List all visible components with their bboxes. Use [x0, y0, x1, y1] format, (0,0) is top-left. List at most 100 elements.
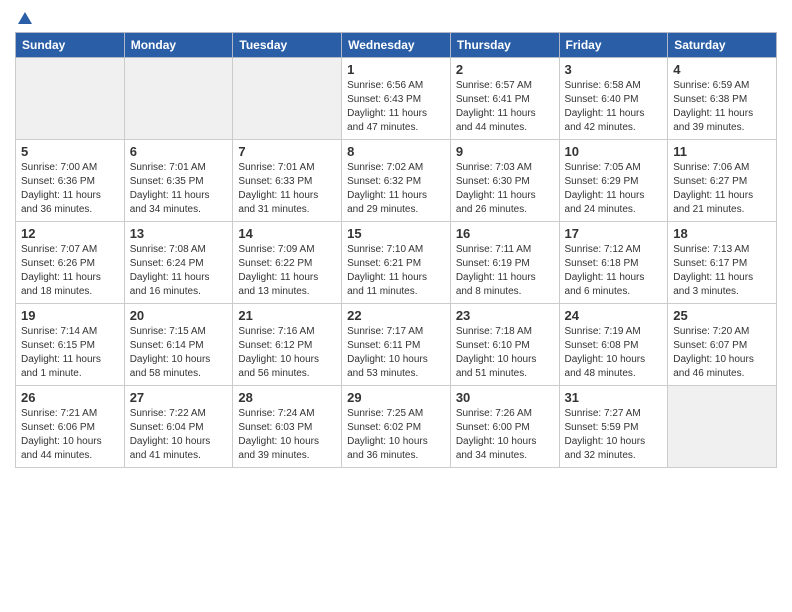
weekday-header-wednesday: Wednesday [342, 33, 451, 58]
calendar-body: 1 Sunrise: 6:56 AM Sunset: 6:43 PM Daylig… [16, 58, 777, 468]
day-number: 13 [130, 226, 228, 241]
day-cell: 11Sunrise: 7:06 AM Sunset: 6:27 PM Dayli… [668, 140, 777, 222]
day-cell: 7Sunrise: 7:01 AM Sunset: 6:33 PM Daylig… [233, 140, 342, 222]
day-number: 2 [456, 62, 554, 77]
day-cell: 4 Sunrise: 6:59 AM Sunset: 6:38 PM Daylig… [668, 58, 777, 140]
day-cell: 1 Sunrise: 6:56 AM Sunset: 6:43 PM Daylig… [342, 58, 451, 140]
day-cell: 12 Sunrise: 7:07 AM Sunset: 6:26 PM Dayli… [16, 222, 125, 304]
day-cell: 20Sunrise: 7:15 AM Sunset: 6:14 PM Dayli… [124, 304, 233, 386]
day-info: Sunrise: 7:27 AM Sunset: 5:59 PM Dayligh… [565, 407, 663, 463]
day-cell [668, 386, 777, 468]
weekday-header-thursday: Thursday [450, 33, 559, 58]
logo-icon [16, 10, 34, 28]
day-number: 20 [130, 308, 228, 323]
weekday-header-tuesday: Tuesday [233, 33, 342, 58]
day-number: 31 [565, 390, 663, 405]
day-number: 27 [130, 390, 228, 405]
day-number: 25 [673, 308, 771, 323]
day-cell: 13Sunrise: 7:08 AM Sunset: 6:24 PM Dayli… [124, 222, 233, 304]
day-info: Sunrise: 7:02 AM Sunset: 6:32 PM Dayligh… [347, 161, 445, 217]
day-cell: 8Sunrise: 7:02 AM Sunset: 6:32 PM Daylig… [342, 140, 451, 222]
day-number: 10 [565, 144, 663, 159]
day-info: Sunrise: 7:17 AM Sunset: 6:11 PM Dayligh… [347, 325, 445, 381]
day-cell [16, 58, 125, 140]
day-info: Sunrise: 7:16 AM Sunset: 6:12 PM Dayligh… [238, 325, 336, 381]
day-info: Sunrise: 7:09 AM Sunset: 6:22 PM Dayligh… [238, 243, 336, 299]
day-number: 17 [565, 226, 663, 241]
day-cell [233, 58, 342, 140]
day-number: 18 [673, 226, 771, 241]
day-info: Sunrise: 7:05 AM Sunset: 6:29 PM Dayligh… [565, 161, 663, 217]
day-info: Sunrise: 7:22 AM Sunset: 6:04 PM Dayligh… [130, 407, 228, 463]
day-cell: 31 Sunrise: 7:27 AM Sunset: 5:59 PM Dayli… [559, 386, 668, 468]
day-number: 23 [456, 308, 554, 323]
day-cell: 18 Sunrise: 7:13 AM Sunset: 6:17 PM Dayli… [668, 222, 777, 304]
day-number: 29 [347, 390, 445, 405]
day-info: Sunrise: 7:07 AM Sunset: 6:26 PM Dayligh… [21, 243, 119, 299]
day-number: 26 [21, 390, 119, 405]
day-number: 14 [238, 226, 336, 241]
day-cell: 14 Sunrise: 7:09 AM Sunset: 6:22 PM Dayli… [233, 222, 342, 304]
day-number: 22 [347, 308, 445, 323]
day-cell: 29 Sunrise: 7:25 AM Sunset: 6:02 PM Dayli… [342, 386, 451, 468]
day-info: Sunrise: 6:59 AM Sunset: 6:38 PM Dayligh… [673, 79, 771, 135]
day-info: Sunrise: 7:20 AM Sunset: 6:07 PM Dayligh… [673, 325, 771, 381]
day-cell: 2 Sunrise: 6:57 AM Sunset: 6:41 PM Daylig… [450, 58, 559, 140]
day-cell: 26 Sunrise: 7:21 AM Sunset: 6:06 PM Dayli… [16, 386, 125, 468]
day-cell: 5 Sunrise: 7:00 AM Sunset: 6:36 PM Daylig… [16, 140, 125, 222]
day-cell: 17Sunrise: 7:12 AM Sunset: 6:18 PM Dayli… [559, 222, 668, 304]
logo [15, 10, 35, 24]
week-row-5: 26 Sunrise: 7:21 AM Sunset: 6:06 PM Dayli… [16, 386, 777, 468]
weekday-header-sunday: Sunday [16, 33, 125, 58]
day-info: Sunrise: 7:01 AM Sunset: 6:33 PM Dayligh… [238, 161, 336, 217]
day-number: 9 [456, 144, 554, 159]
day-info: Sunrise: 7:13 AM Sunset: 6:17 PM Dayligh… [673, 243, 771, 299]
day-info: Sunrise: 7:19 AM Sunset: 6:08 PM Dayligh… [565, 325, 663, 381]
day-info: Sunrise: 7:03 AM Sunset: 6:30 PM Dayligh… [456, 161, 554, 217]
weekday-header-saturday: Saturday [668, 33, 777, 58]
calendar-table: SundayMondayTuesdayWednesdayThursdayFrid… [15, 32, 777, 468]
day-info: Sunrise: 7:14 AM Sunset: 6:15 PM Dayligh… [21, 325, 119, 381]
day-number: 19 [21, 308, 119, 323]
day-info: Sunrise: 7:26 AM Sunset: 6:00 PM Dayligh… [456, 407, 554, 463]
day-info: Sunrise: 6:57 AM Sunset: 6:41 PM Dayligh… [456, 79, 554, 135]
day-number: 16 [456, 226, 554, 241]
day-info: Sunrise: 7:11 AM Sunset: 6:19 PM Dayligh… [456, 243, 554, 299]
day-cell: 19 Sunrise: 7:14 AM Sunset: 6:15 PM Dayli… [16, 304, 125, 386]
day-cell: 22 Sunrise: 7:17 AM Sunset: 6:11 PM Dayli… [342, 304, 451, 386]
day-info: Sunrise: 7:01 AM Sunset: 6:35 PM Dayligh… [130, 161, 228, 217]
day-info: Sunrise: 7:10 AM Sunset: 6:21 PM Dayligh… [347, 243, 445, 299]
day-info: Sunrise: 6:56 AM Sunset: 6:43 PM Dayligh… [347, 79, 445, 135]
day-number: 12 [21, 226, 119, 241]
day-cell: 30 Sunrise: 7:26 AM Sunset: 6:00 PM Dayli… [450, 386, 559, 468]
day-cell: 21Sunrise: 7:16 AM Sunset: 6:12 PM Dayli… [233, 304, 342, 386]
day-number: 24 [565, 308, 663, 323]
week-row-4: 19 Sunrise: 7:14 AM Sunset: 6:15 PM Dayli… [16, 304, 777, 386]
day-info: Sunrise: 7:00 AM Sunset: 6:36 PM Dayligh… [21, 161, 119, 217]
day-cell [124, 58, 233, 140]
day-info: Sunrise: 7:25 AM Sunset: 6:02 PM Dayligh… [347, 407, 445, 463]
day-info: Sunrise: 6:58 AM Sunset: 6:40 PM Dayligh… [565, 79, 663, 135]
day-number: 6 [130, 144, 228, 159]
day-cell: 3Sunrise: 6:58 AM Sunset: 6:40 PM Daylig… [559, 58, 668, 140]
day-cell: 15Sunrise: 7:10 AM Sunset: 6:21 PM Dayli… [342, 222, 451, 304]
day-info: Sunrise: 7:24 AM Sunset: 6:03 PM Dayligh… [238, 407, 336, 463]
day-number: 30 [456, 390, 554, 405]
day-cell: 16 Sunrise: 7:11 AM Sunset: 6:19 PM Dayli… [450, 222, 559, 304]
day-info: Sunrise: 7:21 AM Sunset: 6:06 PM Dayligh… [21, 407, 119, 463]
day-cell: 10 Sunrise: 7:05 AM Sunset: 6:29 PM Dayli… [559, 140, 668, 222]
day-cell: 24 Sunrise: 7:19 AM Sunset: 6:08 PM Dayli… [559, 304, 668, 386]
day-number: 28 [238, 390, 336, 405]
week-row-1: 1 Sunrise: 6:56 AM Sunset: 6:43 PM Daylig… [16, 58, 777, 140]
calendar-header [15, 10, 777, 24]
weekday-header-monday: Monday [124, 33, 233, 58]
day-number: 1 [347, 62, 445, 77]
calendar-container: SundayMondayTuesdayWednesdayThursdayFrid… [0, 0, 792, 478]
day-cell: 23Sunrise: 7:18 AM Sunset: 6:10 PM Dayli… [450, 304, 559, 386]
day-number: 4 [673, 62, 771, 77]
day-number: 5 [21, 144, 119, 159]
day-cell: 6 Sunrise: 7:01 AM Sunset: 6:35 PM Daylig… [124, 140, 233, 222]
weekday-header-row: SundayMondayTuesdayWednesdayThursdayFrid… [16, 33, 777, 58]
week-row-3: 12 Sunrise: 7:07 AM Sunset: 6:26 PM Dayli… [16, 222, 777, 304]
weekday-header-friday: Friday [559, 33, 668, 58]
